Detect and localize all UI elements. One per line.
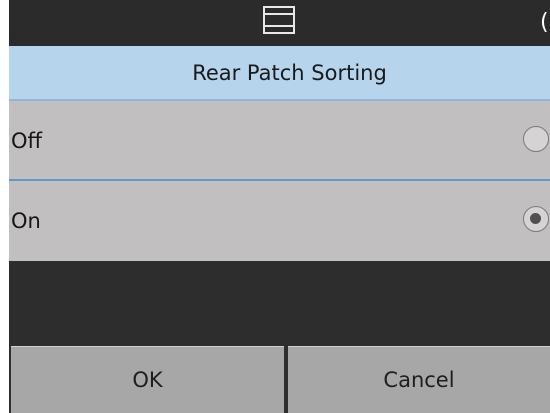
scanner-screen: ( Rear Patch Sorting Off On OK Cancel [9, 0, 550, 413]
ok-button[interactable]: OK [11, 346, 284, 413]
dialog-title: Rear Patch Sorting [192, 60, 387, 85]
empty-area [9, 262, 550, 346]
button-bar: OK Cancel [9, 346, 550, 413]
dialog-title-bar: Rear Patch Sorting [9, 46, 550, 101]
radio-on-icon[interactable] [523, 206, 549, 232]
status-bar: ( [9, 0, 550, 46]
cancel-button[interactable]: Cancel [288, 346, 550, 413]
radio-off-icon[interactable] [523, 126, 549, 152]
panel-layout-icon [262, 5, 296, 35]
status-indicator-icon: ( [540, 10, 549, 35]
option-off[interactable]: Off [9, 101, 550, 181]
radio-selected-dot [530, 213, 541, 224]
option-off-label: Off [11, 129, 42, 153]
option-on[interactable]: On [9, 181, 550, 261]
option-on-label: On [11, 209, 41, 233]
